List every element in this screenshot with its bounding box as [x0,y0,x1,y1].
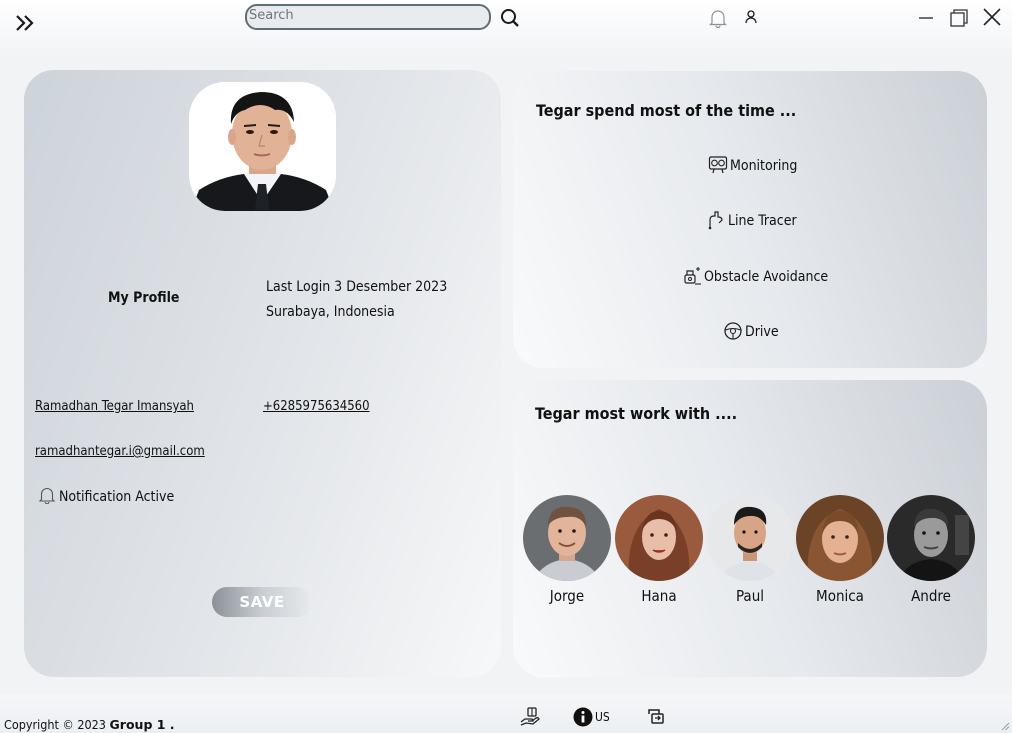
member-name: Jorge [549,587,585,605]
profile-email-link[interactable]: ramadhantegar.i@gmail.com [35,444,205,459]
bell-icon [38,488,56,504]
obstacle-avoidance-icon [684,267,701,285]
member-name: Hana [641,587,677,605]
activity-obstacle-avoidance[interactable]: Obstacle Avoidance [704,269,828,285]
user-icon[interactable] [743,9,759,25]
monitoring-icon [708,156,728,174]
my-profile-label: My Profile [108,290,180,306]
activities-title: Tegar spend most of the time ... [536,101,797,120]
search-field[interactable] [245,4,491,30]
team-member[interactable]: Monica [796,495,884,605]
minimize-icon[interactable] [918,8,934,28]
steering-wheel-icon [724,322,742,340]
member-avatar [706,495,794,581]
member-avatar [796,495,884,581]
copyright-group: Group 1 . [109,717,175,732]
restore-icon[interactable] [949,8,969,28]
about-us-label[interactable]: US [595,710,610,724]
copyright-text: Copyright © 2023 Group 1 . [4,717,175,732]
save-button[interactable]: SAVE [212,587,312,617]
member-avatar [523,495,611,581]
activity-drive[interactable]: Drive [745,324,779,340]
copyright-prefix: Copyright © 2023 [4,717,110,732]
close-icon[interactable] [982,7,1002,27]
team-member[interactable]: Paul [706,495,794,605]
member-avatar [615,495,703,581]
team-member[interactable]: Jorge [523,495,611,605]
double-chevron-right-icon[interactable] [14,12,36,34]
member-avatar [887,495,975,581]
notification-status[interactable]: Notification Active [59,489,174,505]
profile-avatar [189,82,336,211]
member-name: Monica [816,587,864,605]
search-icon[interactable] [500,8,520,28]
location-text: Surabaya, Indonesia [266,304,395,320]
support-icon[interactable] [519,705,541,727]
line-tracer-icon [708,211,723,230]
activity-monitoring[interactable]: Monitoring [730,158,797,174]
team-member[interactable]: Hana [615,495,703,605]
bell-icon[interactable] [708,8,728,28]
info-icon[interactable] [573,707,593,727]
team-member[interactable]: Andre [887,495,975,605]
profile-name-link[interactable]: Ramadhan Tegar Imansyah [35,399,194,414]
member-name: Andre [911,587,951,605]
resize-grip-icon[interactable] [1000,721,1010,731]
search-input[interactable] [249,8,469,23]
member-name: Paul [735,587,765,605]
exchange-icon[interactable] [646,706,666,726]
team-title: Tegar most work with .... [535,404,738,423]
last-login-text: Last Login 3 Desember 2023 [266,279,448,295]
activity-line-tracer[interactable]: Line Tracer [728,213,797,229]
profile-phone-link[interactable]: +6285975634560 [263,399,370,414]
